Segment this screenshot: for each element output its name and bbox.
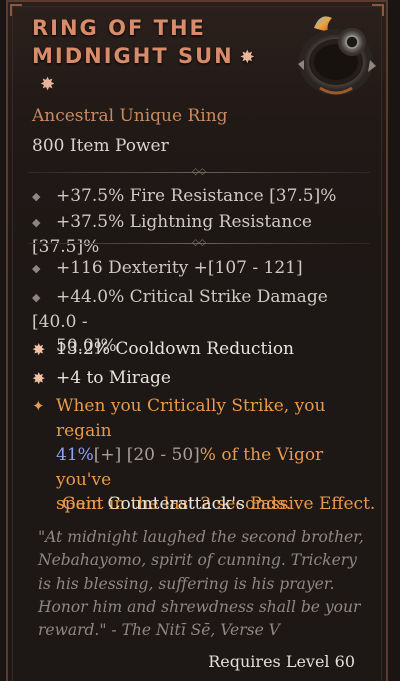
range-toggle: [+]	[93, 445, 122, 465]
greater-affix-star-icon: ✸	[32, 339, 46, 359]
passive-effect: Gain Counterattack's Passive Effect.	[62, 494, 376, 514]
greater-affix-stat: ✸ +4 to Mirage	[32, 366, 372, 391]
greater-affix-stat: ✸ 13.2% Cooldown Reduction	[32, 337, 372, 362]
item-power: 800 Item Power	[32, 136, 169, 156]
unique-star-icon: ✸	[40, 74, 56, 95]
section-divider: ◇◇	[28, 239, 370, 249]
ring-icon	[298, 16, 376, 95]
diamond-bullet-icon: ◆	[32, 290, 41, 304]
unique-power: ✦ When you Critically Strike, you regain…	[32, 396, 326, 514]
affix-stat: ◆ +116 Dexterity +[107 - 121]	[32, 256, 372, 281]
item-type: Ancestral Unique Ring	[32, 106, 228, 126]
rolled-value: 41%	[56, 445, 94, 465]
diamond-bullet-icon: ◆	[32, 189, 41, 203]
flavor-text: "At midnight laughed the second brother,…	[38, 528, 364, 640]
diamond-bullet-icon: ◆	[32, 215, 41, 229]
unique-sparkle-icon: ✦	[32, 397, 45, 415]
implicit-stat: ◆ +37.5% Fire Resistance [37.5]%	[32, 184, 372, 209]
title-line-1: RING OF THE	[32, 16, 206, 40]
greater-affix-star-icon: ✸	[32, 368, 46, 388]
implicit-stat: ◆ +37.5% Lightning Resistance [37.5]%	[32, 212, 312, 257]
item-title: RING OF THE MIDNIGHT SUN ✸ ✸	[32, 14, 282, 96]
corner-ornament	[10, 4, 22, 16]
title-line-2: MIDNIGHT SUN	[32, 44, 234, 68]
value-range: [20 - 50]	[121, 445, 200, 465]
unique-star-icon: ✸	[239, 47, 257, 68]
level-requirement: Requires Level 60	[208, 652, 355, 671]
section-divider: ◇◇	[28, 168, 370, 178]
item-tooltip: RING OF THE MIDNIGHT SUN ✸ ✸ Ancestral Un…	[6, 0, 388, 681]
diamond-bullet-icon: ◆	[32, 261, 41, 275]
